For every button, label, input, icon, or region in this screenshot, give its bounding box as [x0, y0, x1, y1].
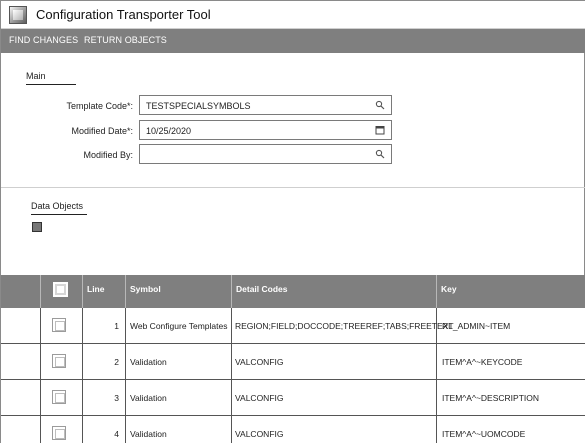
- table-row[interactable]: 1 Web Configure Templates REGION;FIELD;D…: [1, 308, 585, 344]
- modified-date-label: Modified Date*:: [71, 126, 133, 136]
- search-icon[interactable]: [375, 149, 385, 159]
- detail-codes-cell: VALCONFIG: [232, 344, 437, 379]
- line-cell: 3: [83, 380, 126, 415]
- header-symbol: Symbol: [126, 275, 232, 308]
- key-cell: ITEM^A^~DESCRIPTION: [442, 392, 540, 403]
- calendar-icon[interactable]: [375, 125, 385, 135]
- symbol-cell: Validation: [126, 416, 232, 443]
- symbol-cell: Validation: [126, 380, 232, 415]
- line-cell: 2: [83, 344, 126, 379]
- window-title: Configuration Transporter Tool: [36, 7, 211, 22]
- template-code-field[interactable]: TESTSPECIALSYMBOLS: [139, 95, 392, 115]
- section-divider: [1, 187, 585, 188]
- row-checkbox[interactable]: [52, 354, 66, 368]
- template-code-label: Template Code*:: [66, 101, 133, 111]
- square-icon[interactable]: [32, 222, 42, 232]
- row-checkbox[interactable]: [52, 390, 66, 404]
- modified-date-value: 10/25/2020: [146, 126, 192, 136]
- key-cell: ITEM^A^~UOMCODE: [442, 428, 526, 439]
- data-objects-section-title: Data Objects: [31, 201, 87, 215]
- detail-codes-cell: VALCONFIG: [232, 380, 437, 415]
- main-section-title: Main: [26, 71, 76, 85]
- row-cell: [1, 344, 41, 379]
- header-key: Key: [441, 284, 457, 294]
- line-cell: 1: [83, 308, 126, 343]
- table-row[interactable]: 4 Validation VALCONFIG ITEM^A^~UOMCODE: [1, 416, 585, 443]
- table-header: Line Symbol Detail Codes Key: [1, 275, 585, 308]
- row-checkbox[interactable]: [52, 318, 66, 332]
- select-all-checkbox[interactable]: [53, 282, 68, 297]
- row-checkbox[interactable]: [52, 426, 66, 440]
- key-cell: ITEM^A^~KEYCODE: [442, 356, 523, 367]
- template-code-value: TESTSPECIALSYMBOLS: [146, 101, 251, 111]
- table-row[interactable]: 2 Validation VALCONFIG ITEM^A^~KEYCODE: [1, 344, 585, 380]
- app-window: Configuration Transporter Tool FIND CHAN…: [0, 0, 585, 443]
- title-bar: Configuration Transporter Tool: [1, 1, 585, 29]
- key-cell: RL_ADMIN~ITEM: [442, 320, 511, 331]
- row-cell: [41, 308, 83, 343]
- row-cell: [41, 380, 83, 415]
- header-detail-codes: Detail Codes: [232, 275, 437, 308]
- symbol-cell: Validation: [126, 344, 232, 379]
- modified-by-field[interactable]: [139, 144, 392, 164]
- symbol-cell: Web Configure Templates: [126, 308, 232, 343]
- app-icon: [9, 6, 27, 24]
- return-objects-button[interactable]: RETURN OBJECTS: [84, 35, 167, 45]
- line-cell: 4: [83, 416, 126, 443]
- modified-by-label: Modified By:: [83, 150, 133, 160]
- row-cell: [41, 416, 83, 443]
- row-cell: [1, 380, 41, 415]
- table-row[interactable]: 3 Validation VALCONFIG ITEM^A^~DESCRIPTI…: [1, 380, 585, 416]
- row-cell: [1, 416, 41, 443]
- header-cell: [1, 275, 41, 308]
- menu-bar: FIND CHANGES RETURN OBJECTS: [1, 29, 585, 53]
- detail-codes-cell: VALCONFIG: [232, 416, 437, 443]
- header-line: Line: [83, 275, 126, 308]
- detail-codes-cell: REGION;FIELD;DOCCODE;TREEREF;TABS;FREETE…: [232, 308, 454, 343]
- search-icon[interactable]: [375, 100, 385, 110]
- find-changes-button[interactable]: FIND CHANGES: [9, 35, 78, 45]
- row-cell: [41, 344, 83, 379]
- modified-date-field[interactable]: 10/25/2020: [139, 120, 392, 140]
- row-cell: [1, 308, 41, 343]
